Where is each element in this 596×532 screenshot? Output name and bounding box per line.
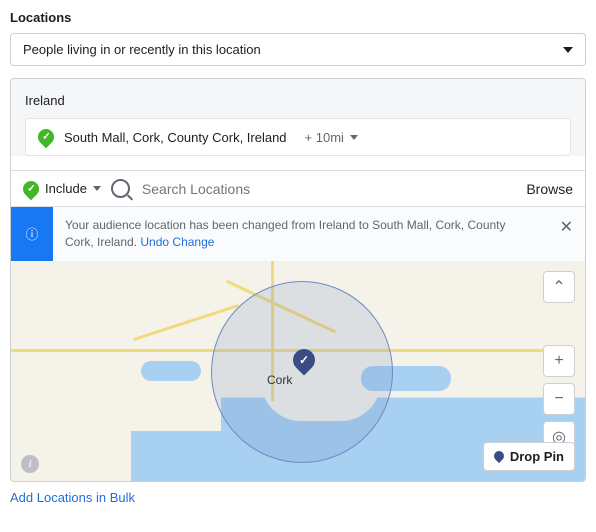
chevron-down-icon bbox=[350, 135, 358, 140]
include-mode-button[interactable]: ✓ Include bbox=[23, 181, 101, 197]
drop-pin-label: Drop Pin bbox=[510, 449, 564, 464]
location-change-notice: ⓘ Your audience location has been change… bbox=[11, 206, 585, 261]
selected-location-chip[interactable]: ✓ South Mall, Cork, County Cork, Ireland… bbox=[25, 118, 571, 156]
info-icon: ⓘ bbox=[11, 207, 53, 261]
zoom-in-button[interactable]: + bbox=[543, 345, 575, 377]
map[interactable]: ✓ Cork ⌃ + − ◎ Drop Pin i bbox=[11, 261, 585, 481]
locations-panel: Ireland ✓ South Mall, Cork, County Cork,… bbox=[10, 78, 586, 482]
undo-change-link[interactable]: Undo Change bbox=[140, 235, 214, 249]
selected-location-name: South Mall, Cork, County Cork, Ireland bbox=[64, 130, 287, 145]
targeting-type-dropdown[interactable]: People living in or recently in this loc… bbox=[10, 33, 586, 66]
city-label: Cork bbox=[267, 373, 292, 387]
search-icon bbox=[111, 179, 130, 198]
add-locations-bulk-link[interactable]: Add Locations in Bulk bbox=[10, 490, 135, 505]
pin-icon bbox=[492, 449, 506, 463]
notice-text: Your audience location has been changed … bbox=[53, 207, 548, 261]
browse-button[interactable]: Browse bbox=[526, 181, 573, 197]
radius-value: + 10mi bbox=[305, 130, 344, 145]
collapse-map-button[interactable]: ⌃ bbox=[543, 271, 575, 303]
search-input[interactable] bbox=[140, 180, 516, 198]
search-row: ✓ Include Browse bbox=[11, 170, 585, 206]
include-label: Include bbox=[45, 181, 87, 196]
info-icon[interactable]: i bbox=[21, 455, 39, 473]
section-title: Locations bbox=[10, 10, 586, 25]
pin-icon: ✓ bbox=[35, 126, 58, 149]
dropdown-value: People living in or recently in this loc… bbox=[23, 42, 261, 57]
close-icon[interactable]: ✕ bbox=[548, 207, 585, 247]
chevron-down-icon bbox=[563, 47, 573, 53]
drop-pin-button[interactable]: Drop Pin bbox=[483, 442, 575, 471]
country-header: Ireland bbox=[11, 79, 585, 118]
chevron-down-icon bbox=[93, 186, 101, 191]
radius-dropdown[interactable]: + 10mi bbox=[305, 130, 358, 145]
zoom-out-button[interactable]: − bbox=[543, 383, 575, 415]
pin-icon: ✓ bbox=[20, 177, 43, 200]
